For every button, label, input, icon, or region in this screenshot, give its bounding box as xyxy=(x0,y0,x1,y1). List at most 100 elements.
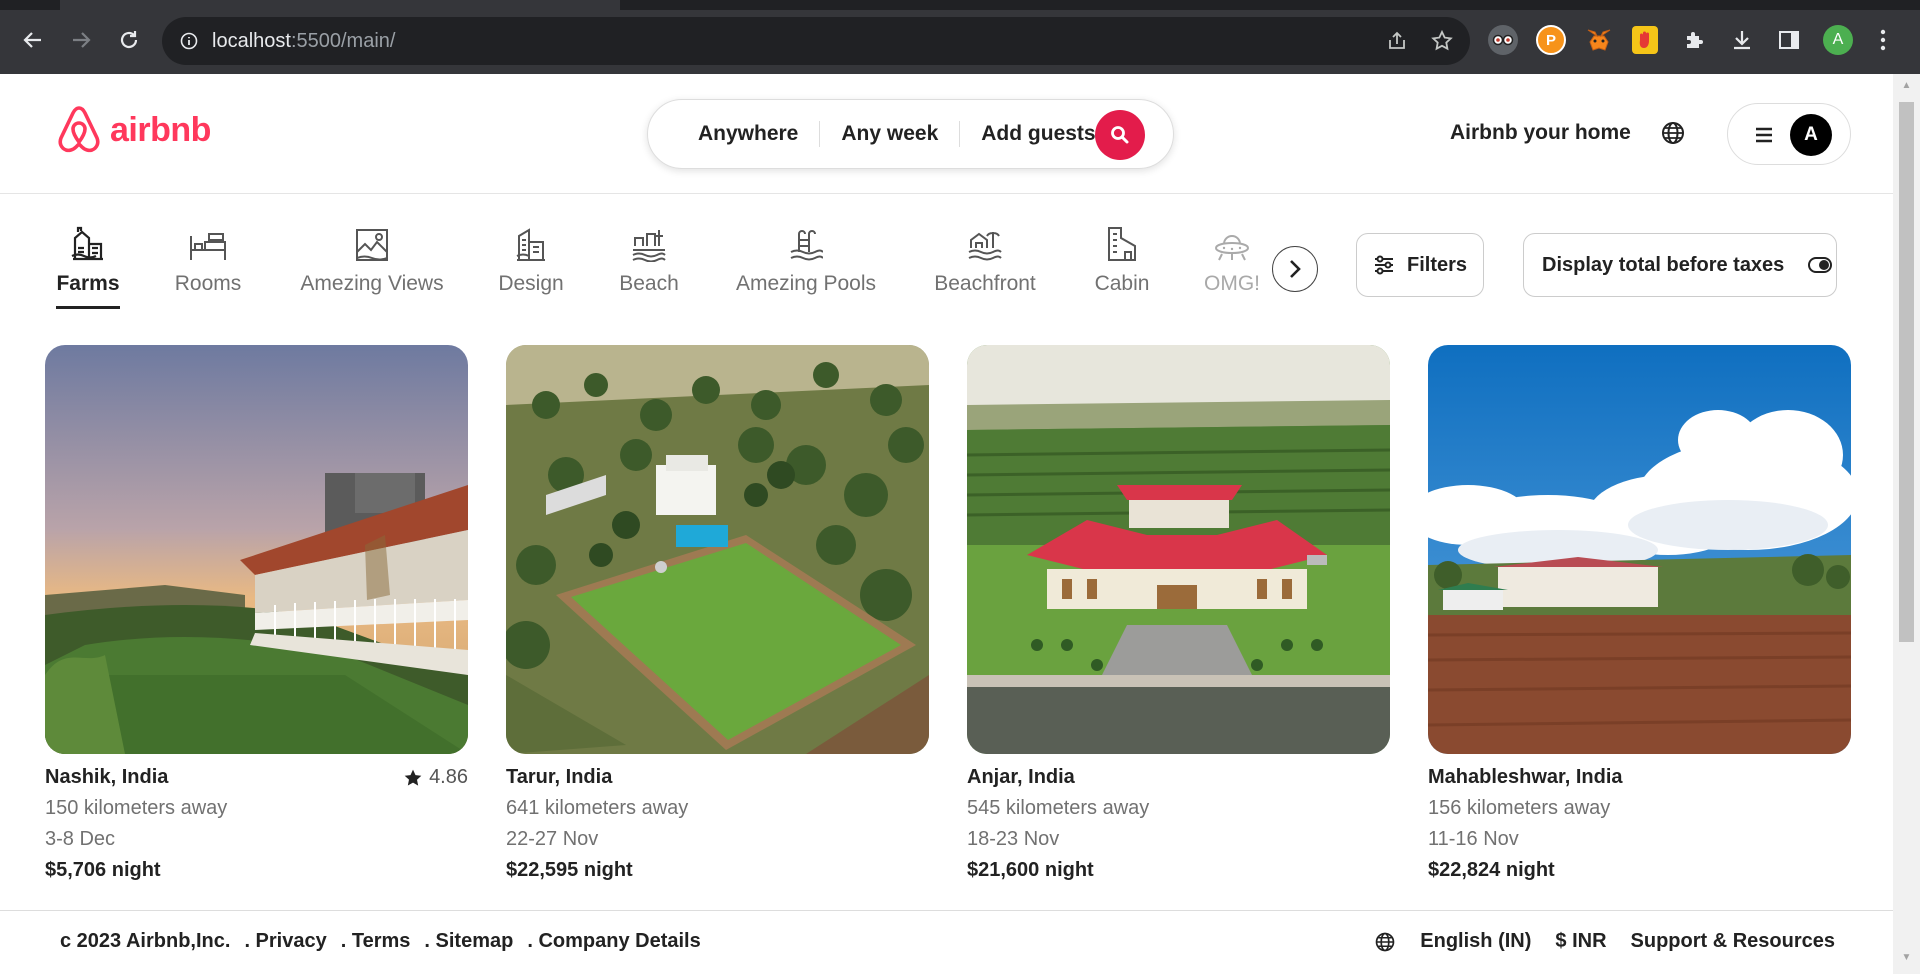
bed-icon xyxy=(190,233,226,260)
search-icon xyxy=(1111,126,1129,144)
scroll-down-icon[interactable]: ▼ xyxy=(1899,952,1914,966)
pool-icon xyxy=(790,230,823,261)
listing-dates: 11-16 Nov xyxy=(1428,828,1519,850)
terms-link[interactable]: . Terms xyxy=(341,930,411,953)
airbnb-logo[interactable]: airbnb xyxy=(56,104,211,156)
bookmark-star-icon[interactable] xyxy=(1430,29,1454,53)
host-link[interactable]: Airbnb your home xyxy=(1450,121,1631,145)
listing-distance: 156 kilometers away xyxy=(1428,797,1611,819)
category-bar: Farms Rooms Amezing Views Design Beach A… xyxy=(0,196,1893,316)
beach-icon xyxy=(632,230,666,262)
chevron-right-icon xyxy=(1290,260,1301,278)
category-rooms[interactable]: Rooms xyxy=(172,196,244,316)
support-resources-link[interactable]: Support & Resources xyxy=(1631,930,1835,953)
extensions-puzzle-icon[interactable] xyxy=(1680,25,1710,55)
page-scrollbar[interactable]: ▲ ▼ xyxy=(1893,74,1920,974)
listing-distance: 150 kilometers away xyxy=(45,797,228,819)
search-button[interactable] xyxy=(1095,110,1145,160)
search-who[interactable]: Add guests xyxy=(960,121,1116,147)
info-icon[interactable] xyxy=(180,32,198,50)
listing-card[interactable]: Tarur, India 641 kilometers away 22-27 N… xyxy=(506,345,929,882)
site-footer: c 2023 Airbnb,Inc. . Privacy . Terms . S… xyxy=(0,910,1893,974)
category-amezing-views[interactable]: Amezing Views xyxy=(296,196,448,316)
airbnb-belo-icon xyxy=(58,106,100,153)
toggle-switch[interactable] xyxy=(1808,257,1833,273)
category-label: Rooms xyxy=(174,272,242,295)
browser-menu-icon[interactable] xyxy=(1868,25,1898,55)
profile-avatar[interactable]: A xyxy=(1823,25,1853,55)
listing-photo[interactable] xyxy=(506,345,929,754)
category-beach[interactable]: Beach xyxy=(617,196,681,316)
category-omg[interactable]: OMG! xyxy=(1204,196,1260,316)
listing-card[interactable]: Anjar, India 545 kilometers away 18-23 N… xyxy=(967,345,1390,882)
display-total-toggle-button[interactable]: Display total before taxes xyxy=(1523,233,1837,297)
listing-price: $22,824 night xyxy=(1428,859,1555,881)
copyright-text: c 2023 Airbnb,Inc. xyxy=(60,930,231,952)
scrollbar-thumb[interactable] xyxy=(1899,102,1914,642)
avatar: A xyxy=(1790,114,1832,156)
listing-rating: 4.86 xyxy=(403,766,468,789)
category-label: Amezing Views xyxy=(300,272,444,295)
active-underline xyxy=(56,306,120,309)
listing-location: Mahableshwar, India xyxy=(1428,766,1623,788)
scroll-up-icon[interactable]: ▲ xyxy=(1899,80,1914,94)
search-bar[interactable]: Anywhere Any week Add guests xyxy=(647,99,1174,169)
download-icon[interactable] xyxy=(1727,25,1757,55)
metamask-fox-icon[interactable] xyxy=(1584,25,1614,55)
listing-price: $22,595 night xyxy=(506,859,633,881)
address-bar[interactable]: localhost:5500/main/ xyxy=(162,17,1470,65)
category-label: Beach xyxy=(619,272,679,295)
listing-dates: 18-23 Nov xyxy=(967,828,1060,850)
currency-selector[interactable]: $ INR xyxy=(1555,930,1606,953)
listing-card[interactable]: Nashik, India 4.86 150 kilometers away 3… xyxy=(45,345,468,882)
browser-toolbar: localhost:5500/main/ P A xyxy=(0,0,1920,74)
listing-card[interactable]: Mahableshwar, India 156 kilometers away … xyxy=(1428,345,1851,882)
back-icon[interactable] xyxy=(17,24,49,56)
category-amezing-pools[interactable]: Amezing Pools xyxy=(734,196,878,316)
category-design[interactable]: Design xyxy=(497,196,565,316)
category-farms[interactable]: Farms xyxy=(56,196,120,316)
globe-icon[interactable] xyxy=(1660,120,1686,151)
filters-button[interactable]: Filters xyxy=(1356,233,1484,297)
ufo-icon xyxy=(1214,235,1250,261)
search-when[interactable]: Any week xyxy=(820,121,961,147)
filters-label: Filters xyxy=(1406,253,1468,276)
listing-photo[interactable] xyxy=(967,345,1390,754)
extension-hand-icon[interactable] xyxy=(1632,26,1658,54)
sitemap-link[interactable]: . Sitemap xyxy=(424,930,513,953)
category-beachfront[interactable]: Beachfront xyxy=(932,196,1038,316)
side-panel-icon[interactable] xyxy=(1774,25,1804,55)
listing-location: Nashik, India xyxy=(45,766,169,788)
listing-price: $21,600 night xyxy=(967,859,1094,881)
site-header: airbnb Anywhere Any week Add guests Airb… xyxy=(0,74,1893,194)
user-menu-button[interactable]: A xyxy=(1727,103,1851,165)
design-building-icon xyxy=(516,228,545,261)
sliders-icon xyxy=(1374,255,1393,275)
extension-glasses-icon[interactable] xyxy=(1488,25,1518,55)
beachfront-icon xyxy=(968,232,1002,261)
search-where[interactable]: Anywhere xyxy=(698,121,821,147)
category-scroll-next-button[interactable] xyxy=(1272,246,1318,292)
listing-dates: 22-27 Nov xyxy=(506,828,599,850)
rating-value: 4.86 xyxy=(429,766,468,788)
cabin-icon xyxy=(1108,227,1136,261)
language-selector[interactable]: English (IN) xyxy=(1420,930,1531,953)
tab-strip xyxy=(0,0,1920,10)
listing-photo[interactable] xyxy=(45,345,468,754)
landscape-icon xyxy=(356,229,388,261)
company-details-link[interactable]: . Company Details xyxy=(527,930,700,953)
listing-grid: Nashik, India 4.86 150 kilometers away 3… xyxy=(45,345,1851,885)
forward-icon[interactable] xyxy=(65,24,97,56)
globe-icon[interactable] xyxy=(1374,931,1396,953)
category-label: Farms xyxy=(56,272,120,295)
listing-photo[interactable] xyxy=(1428,345,1851,754)
reload-icon[interactable] xyxy=(113,24,145,56)
listing-distance: 641 kilometers away xyxy=(506,797,689,819)
url-text[interactable]: localhost:5500/main/ xyxy=(212,30,395,53)
category-cabin[interactable]: Cabin xyxy=(1092,196,1152,316)
share-icon[interactable] xyxy=(1386,30,1408,52)
extension-p-icon[interactable]: P xyxy=(1536,25,1566,55)
privacy-link[interactable]: . Privacy xyxy=(244,930,326,953)
listing-dates: 3-8 Dec xyxy=(45,828,116,850)
active-tab[interactable] xyxy=(60,0,620,10)
